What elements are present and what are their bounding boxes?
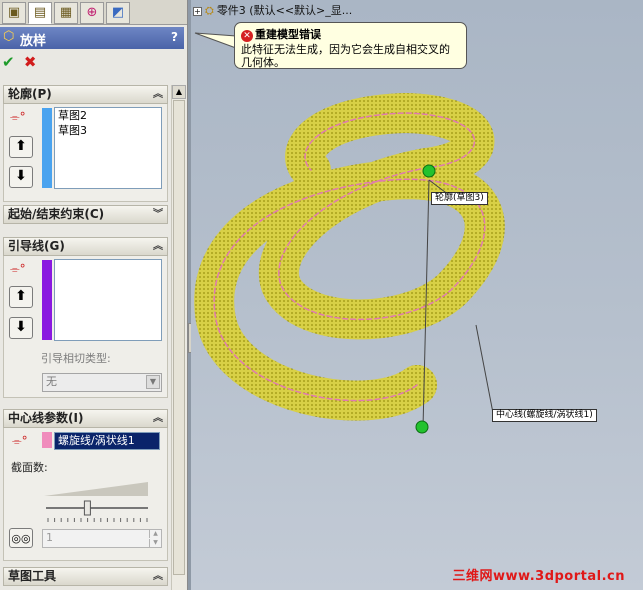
chevron-down-icon: ▼ bbox=[146, 375, 160, 389]
profiles-color-swatch bbox=[42, 108, 52, 188]
sections-spinbox[interactable]: 1 ▲ ▼ bbox=[42, 529, 162, 548]
error-pointer bbox=[194, 32, 237, 49]
ok-button[interactable]: ✔ bbox=[2, 53, 20, 71]
centerline-input[interactable]: 螺旋线/涡状线1 bbox=[54, 432, 160, 450]
profile-selection-icon: ⌯° bbox=[10, 110, 26, 124]
property-manager-panel: ▣ ▤ ▦ ⊕ ◩ ⬡ 放样 ? ✔ ✖ 轮廓(P) ︽ ⌯° 草图2 草图3 … bbox=[0, 0, 188, 590]
glasses-icon: ◎◎ bbox=[11, 532, 31, 545]
spin-up-icon[interactable]: ▲ bbox=[149, 530, 161, 538]
centerline-section-header[interactable]: 中心线参数(I) ︽ bbox=[3, 409, 168, 428]
centerline-header-label: 中心线参数(I) bbox=[8, 411, 84, 425]
sections-slider[interactable] bbox=[42, 478, 152, 524]
cancel-button[interactable]: ✖ bbox=[24, 53, 42, 71]
profile-handle[interactable] bbox=[422, 164, 436, 178]
glasses-button[interactable]: ◎◎ bbox=[9, 528, 33, 548]
guides-list[interactable] bbox=[54, 259, 162, 341]
ok-cancel-row: ✔ ✖ bbox=[2, 53, 42, 71]
expand-chevron-icon[interactable]: ︾ bbox=[153, 206, 163, 223]
collapse-chevron-icon[interactable]: ︽ bbox=[153, 86, 163, 103]
guides-section-header[interactable]: 引导线(G) ︽ bbox=[3, 237, 168, 256]
profiles-header-label: 轮廓(P) bbox=[8, 87, 52, 101]
arrow-up-icon: ⬆ bbox=[15, 288, 27, 304]
move-up-button[interactable]: ⬆ bbox=[9, 286, 33, 308]
slider-thumb[interactable] bbox=[83, 500, 91, 516]
model-spring[interactable] bbox=[191, 0, 643, 590]
dimxpert-tab[interactable]: ⊕ bbox=[80, 2, 104, 24]
centerline-color-swatch bbox=[42, 432, 52, 448]
start-end-constraints-header[interactable]: 起始/结束约束(C) ︾ bbox=[3, 205, 168, 224]
slider-ramp bbox=[44, 482, 148, 496]
configuration-manager-icon: ▦ bbox=[59, 5, 73, 20]
centerline-leader-line bbox=[475, 324, 494, 414]
loft-icon: ⬡ bbox=[3, 29, 15, 44]
profiles-list[interactable]: 草图2 草图3 bbox=[54, 107, 162, 189]
scroll-thumb[interactable] bbox=[173, 100, 185, 575]
guides-header-label: 引导线(G) bbox=[8, 239, 65, 253]
centerline-selection-icon: ⌯° bbox=[12, 434, 28, 448]
centerline-callout[interactable]: 中心线(螺旋线/涡状线1) bbox=[492, 409, 597, 422]
scroll-up-icon[interactable]: ▲ bbox=[172, 85, 186, 99]
move-up-button[interactable]: ⬆ bbox=[9, 136, 33, 158]
arrow-down-icon: ⬇ bbox=[15, 319, 27, 335]
guides-section: ⌯° ⬆ ⬇ 引导相切类型: 无 ▼ bbox=[3, 256, 168, 398]
centerline-handle[interactable] bbox=[415, 420, 429, 434]
error-title-row: ✕ 重建模型错误 bbox=[241, 26, 460, 42]
panel-tabs: ▣ ▤ ▦ ⊕ ◩ bbox=[0, 0, 187, 25]
feature-manager-tab[interactable]: ▣ bbox=[2, 2, 26, 24]
error-message: 此特征无法生成，因为它会生成自相交叉的几何体。 bbox=[241, 43, 450, 69]
arrow-down-icon: ⬇ bbox=[15, 168, 27, 184]
dimxpert-icon: ⊕ bbox=[86, 5, 98, 20]
tangency-type-select[interactable]: 无 ▼ bbox=[42, 373, 162, 392]
error-icon: ✕ bbox=[241, 30, 253, 42]
move-down-button[interactable]: ⬇ bbox=[9, 166, 33, 188]
guide-selection-icon: ⌯° bbox=[10, 262, 26, 276]
configuration-manager-tab[interactable]: ▦ bbox=[54, 2, 78, 24]
sections-value: 1 bbox=[46, 531, 53, 544]
feature-manager-icon: ▣ bbox=[7, 5, 21, 20]
profile-callout[interactable]: 轮廓(草图3) bbox=[431, 192, 488, 205]
centerline-section: ⌯° 螺旋线/涡状线1 截面数: ◎◎ 1 ▲ ▼ bbox=[3, 428, 168, 561]
feature-title-bar: ⬡ 放样 ? bbox=[0, 27, 184, 49]
guides-color-swatch bbox=[42, 260, 52, 340]
property-manager-tab[interactable]: ▤ bbox=[28, 2, 52, 24]
list-item[interactable]: 草图2 bbox=[55, 108, 161, 123]
profiles-section-header[interactable]: 轮廓(P) ︽ bbox=[3, 85, 168, 104]
list-item[interactable]: 草图3 bbox=[55, 123, 161, 138]
collapse-chevron-icon[interactable]: ︽ bbox=[153, 238, 163, 255]
display-manager-tab[interactable]: ◩ bbox=[106, 2, 130, 24]
display-manager-icon: ◩ bbox=[111, 5, 125, 20]
arrow-up-icon: ⬆ bbox=[15, 138, 27, 154]
watermark: 三维网www.3dportal.cn bbox=[452, 569, 625, 584]
graphics-area[interactable]: + ⛭ 零件3 (默认<<默认>_显... ✕ 重建模型错误 此特征无法生成，因为它会… bbox=[191, 0, 643, 590]
tangency-type-label: 引导相切类型: bbox=[41, 352, 111, 365]
rebuild-error-tooltip: ✕ 重建模型错误 此特征无法生成，因为它会生成自相交叉的几何体。 bbox=[234, 22, 467, 69]
start-end-header-label: 起始/结束约束(C) bbox=[8, 207, 105, 221]
collapse-chevron-icon[interactable]: ︽ bbox=[153, 568, 163, 585]
move-down-button[interactable]: ⬇ bbox=[9, 317, 33, 339]
helix-outline bbox=[194, 92, 505, 421]
help-button[interactable]: ? bbox=[171, 30, 178, 44]
error-title: 重建模型错误 bbox=[255, 28, 321, 41]
feature-title: 放样 bbox=[20, 34, 47, 49]
collapse-chevron-icon[interactable]: ︽ bbox=[153, 410, 163, 427]
sections-count-label: 截面数: bbox=[11, 461, 48, 474]
slider-ticks bbox=[47, 518, 148, 522]
sketch-tools-header-label: 草图工具 bbox=[8, 569, 57, 583]
tangency-type-value: 无 bbox=[46, 375, 57, 388]
sketch-tools-header[interactable]: 草图工具 ︽ bbox=[3, 567, 168, 586]
property-manager-icon: ▤ bbox=[33, 5, 47, 20]
profiles-section: ⌯° 草图2 草图3 ⬆ ⬇ bbox=[3, 104, 168, 202]
spin-down-icon[interactable]: ▼ bbox=[149, 539, 161, 547]
panel-scrollbar[interactable]: ▲ bbox=[171, 85, 186, 590]
